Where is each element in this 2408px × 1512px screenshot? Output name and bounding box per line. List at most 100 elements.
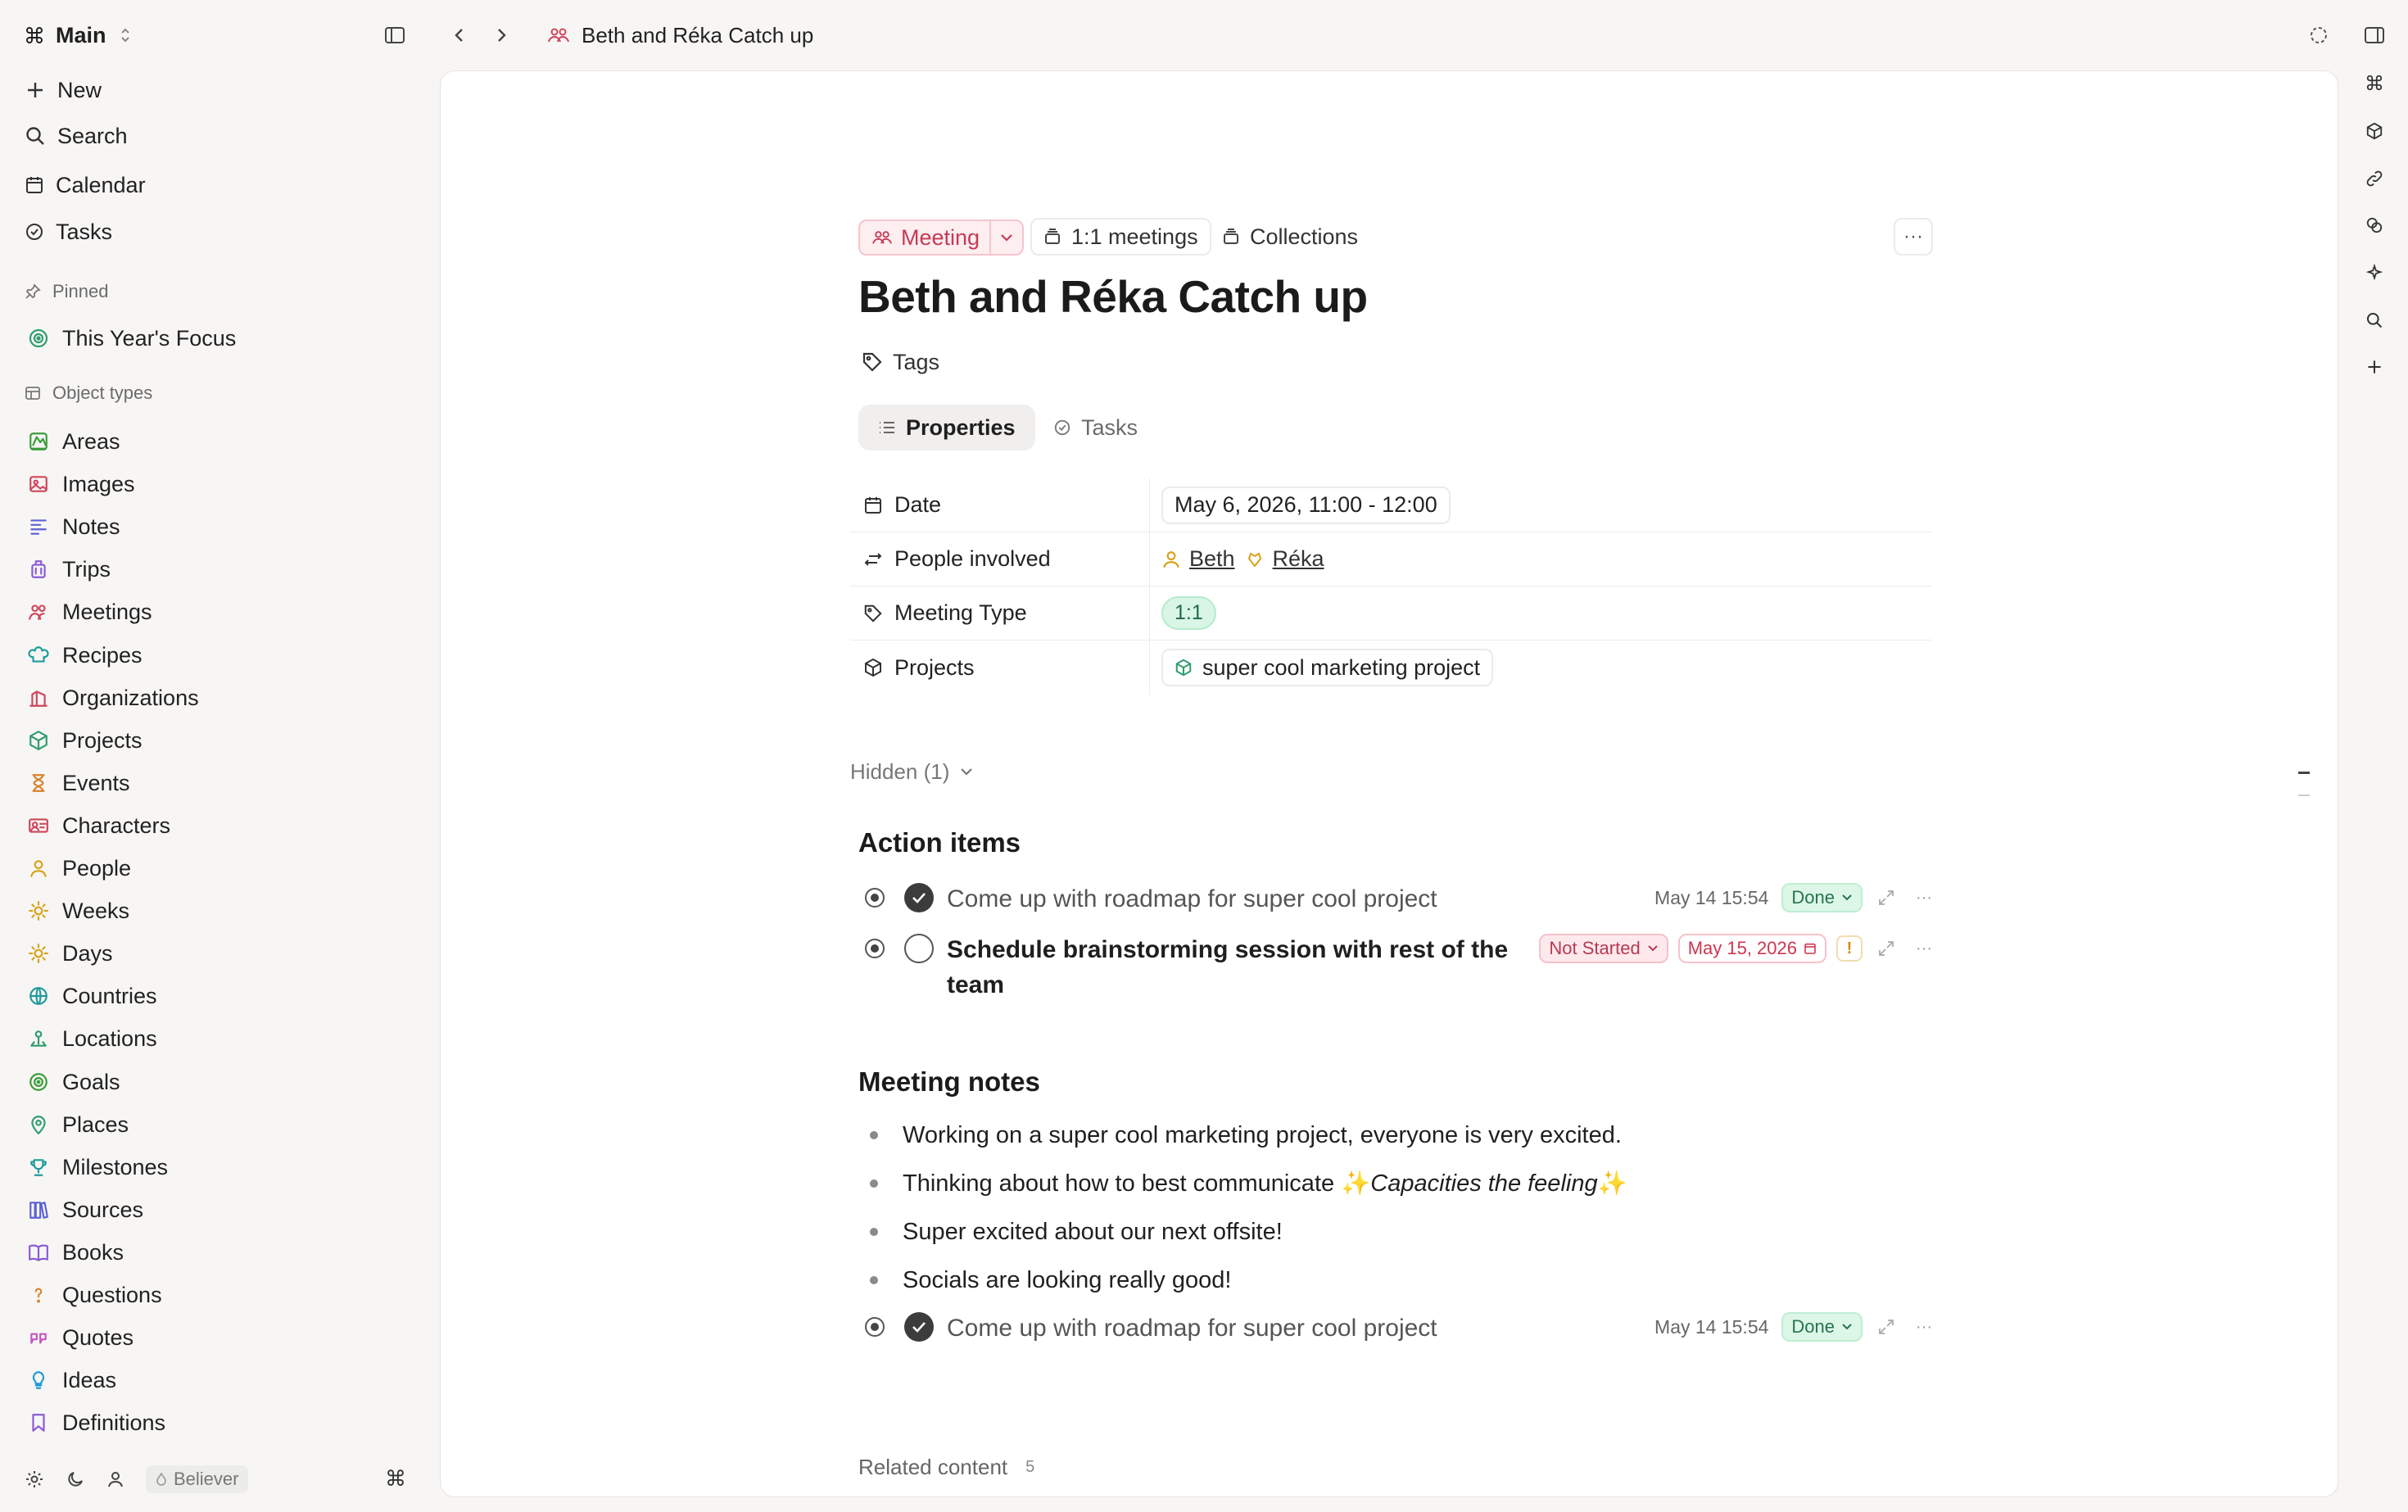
meeting-notes-heading[interactable]: Meeting notes: [858, 1066, 1040, 1098]
property-label-date[interactable]: Date: [850, 478, 1150, 532]
more-options-button[interactable]: ···: [1894, 218, 1933, 256]
note-bullet[interactable]: Socials are looking really good!: [870, 1262, 1231, 1298]
sidebar-item-definitions[interactable]: Definitions: [28, 1404, 165, 1442]
plus-icon[interactable]: [2360, 353, 2388, 381]
task-row[interactable]: Schedule brainstorming session with rest…: [865, 932, 1938, 1004]
collection-chip-1on1[interactable]: 1:1 meetings: [1030, 218, 1211, 256]
sidebar-item-events[interactable]: Events: [28, 764, 130, 802]
sidebar-item-characters[interactable]: Characters: [28, 807, 170, 844]
sidebar-item-countries[interactable]: Countries: [28, 977, 157, 1015]
expand-icon[interactable]: [1872, 1313, 1900, 1341]
sidebar-item-projects[interactable]: Projects: [28, 722, 143, 759]
object-type-dropdown[interactable]: [989, 221, 1022, 254]
search-icon[interactable]: [2360, 306, 2388, 334]
collections-button[interactable]: Collections: [1209, 218, 1371, 256]
tab-properties[interactable]: Properties: [858, 405, 1035, 450]
meeting-type-tag[interactable]: 1:1: [1161, 596, 1216, 630]
tags-field[interactable]: Tags: [862, 346, 939, 378]
sidebar-item-organizations[interactable]: Organizations: [28, 679, 199, 717]
sidebar-item-images[interactable]: Images: [28, 465, 135, 503]
block-handle-icon[interactable]: [865, 888, 885, 908]
task-priority[interactable]: !: [1836, 935, 1863, 962]
page-title[interactable]: Beth and Réka Catch up: [858, 270, 1368, 323]
sidebar-item-books[interactable]: Books: [28, 1234, 124, 1271]
sidebar-item-questions[interactable]: Questions: [28, 1276, 162, 1314]
command-icon[interactable]: [2360, 69, 2388, 97]
expand-icon[interactable]: [1872, 884, 1900, 912]
action-items-heading[interactable]: Action items: [858, 827, 1021, 858]
tab-tasks[interactable]: Tasks: [1034, 405, 1157, 450]
sidebar-item-people[interactable]: People: [28, 849, 131, 887]
task-row[interactable]: Come up with roadmap for super cool proj…: [865, 1311, 1938, 1347]
block-handle-icon[interactable]: [865, 1317, 885, 1337]
person-link-beth[interactable]: Beth: [1161, 546, 1235, 572]
task-status-done[interactable]: Done: [1781, 1312, 1863, 1342]
sidebar-item-places[interactable]: Places: [28, 1106, 129, 1143]
property-label-projects[interactable]: Projects: [850, 641, 1150, 695]
breadcrumb[interactable]: Beth and Réka Catch up: [547, 16, 813, 54]
workspace-switcher[interactable]: Main: [25, 16, 133, 54]
task-status-not-started[interactable]: Not Started: [1539, 934, 1668, 963]
link-icon[interactable]: [2360, 165, 2388, 192]
command-palette-button[interactable]: ⌘: [385, 1466, 406, 1492]
sidebar-item-quotes[interactable]: Quotes: [28, 1319, 134, 1356]
sidebar-item-locations[interactable]: Locations: [28, 1020, 157, 1057]
sidebar-item-areas[interactable]: Areas: [28, 423, 120, 460]
scroll-indicator[interactable]: [2298, 772, 2310, 774]
account-icon[interactable]: [106, 1470, 124, 1488]
sidebar-item-recipes[interactable]: Recipes: [28, 636, 143, 674]
property-label-meeting-type[interactable]: Meeting Type: [850, 586, 1150, 640]
focus-mode-icon[interactable]: [2305, 21, 2333, 49]
object-type-button[interactable]: Meeting: [860, 225, 989, 251]
more-icon[interactable]: ···: [1910, 884, 1938, 912]
backlinks-icon[interactable]: [2360, 211, 2388, 239]
more-icon[interactable]: ···: [1910, 1313, 1938, 1341]
project-chip[interactable]: super cool marketing project: [1161, 649, 1494, 686]
task-title[interactable]: Come up with roadmap for super cool proj…: [947, 1311, 1437, 1346]
sidebar-item-sources[interactable]: Sources: [28, 1191, 143, 1229]
note-bullet[interactable]: Working on a super cool marketing projec…: [870, 1117, 1622, 1153]
note-bullet[interactable]: Thinking about how to best communicate ✨…: [870, 1166, 1627, 1202]
task-title[interactable]: Come up with roadmap for super cool proj…: [947, 881, 1437, 917]
settings-gear-icon[interactable]: [25, 1469, 44, 1489]
sidebar-item-notes[interactable]: Notes: [28, 508, 120, 545]
note-bullet[interactable]: Super excited about our next offsite!: [870, 1214, 1283, 1250]
person-link-reka[interactable]: Réka: [1245, 546, 1324, 572]
related-content-section[interactable]: Related content 5: [858, 1455, 1034, 1480]
calendar-button[interactable]: Calendar: [25, 165, 146, 205]
more-icon[interactable]: ···: [1910, 935, 1938, 962]
sidebar-item-goals[interactable]: Goals: [28, 1063, 120, 1101]
sidebar-item-milestones[interactable]: Milestones: [28, 1148, 168, 1186]
task-due-date[interactable]: May 15, 2026: [1677, 934, 1826, 963]
search-button[interactable]: Search: [25, 116, 128, 156]
task-row[interactable]: Come up with roadmap for super cool proj…: [865, 881, 1938, 917]
sidebar-item-trips[interactable]: Trips: [28, 550, 111, 588]
property-label-people[interactable]: People involved: [850, 532, 1150, 586]
pinned-item-this-years-focus[interactable]: This Year's Focus: [28, 319, 236, 357]
object-type-selector[interactable]: Meeting: [858, 220, 1025, 256]
date-value-chip[interactable]: May 6, 2026, 11:00 - 12:00: [1161, 486, 1451, 524]
task-title[interactable]: Schedule brainstorming session with rest…: [947, 932, 1520, 1003]
dark-mode-icon[interactable]: [66, 1469, 85, 1489]
ai-sparkle-icon[interactable]: [2360, 259, 2388, 287]
sidebar-item-ideas[interactable]: Ideas: [28, 1361, 116, 1399]
task-status-done[interactable]: Done: [1781, 883, 1863, 912]
sidebar-item-meetings[interactable]: Meetings: [28, 593, 152, 631]
chevron-down-icon: [1647, 944, 1659, 953]
sidebar-item-weeks[interactable]: Weeks: [28, 892, 129, 930]
right-panel-toggle-icon[interactable]: [2360, 21, 2388, 49]
sidebar-item-days[interactable]: Days: [28, 935, 113, 972]
block-handle-icon[interactable]: [865, 939, 885, 958]
expand-icon[interactable]: [1872, 935, 1900, 962]
task-checkbox-open[interactable]: [904, 934, 934, 963]
cube-icon[interactable]: [2360, 117, 2388, 145]
forward-button[interactable]: [488, 21, 514, 49]
new-button[interactable]: New: [25, 70, 102, 110]
hidden-properties-toggle[interactable]: Hidden (1): [850, 755, 974, 788]
toggle-sidebar-button[interactable]: [380, 21, 410, 49]
task-checkbox-done[interactable]: [904, 883, 934, 912]
back-button[interactable]: [446, 21, 473, 49]
plan-badge[interactable]: Believer: [146, 1465, 249, 1493]
tasks-button[interactable]: Tasks: [25, 212, 112, 251]
task-checkbox-done[interactable]: [904, 1312, 934, 1342]
